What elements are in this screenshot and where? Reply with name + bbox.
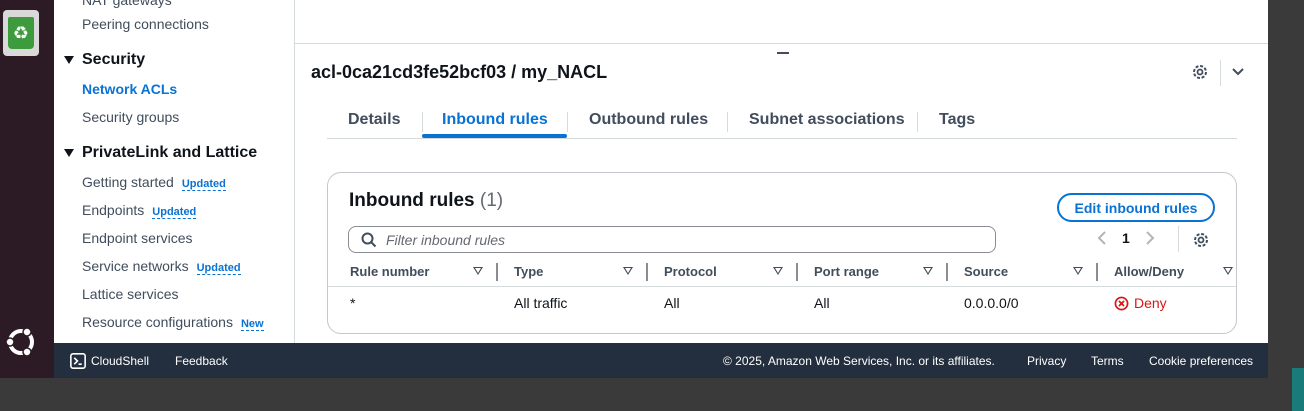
sidebar-item-service-networks[interactable]: Service networks Updated <box>82 258 241 275</box>
tab-divider <box>422 112 423 132</box>
tab-subnet-associations[interactable]: Subnet associations <box>749 104 905 139</box>
sort-caret-icon[interactable] <box>473 267 483 275</box>
resource-title: acl-0ca21cd3fe52bcf03 / my_NACL <box>311 62 608 82</box>
sort-caret-icon[interactable] <box>623 267 633 275</box>
caret-down-icon <box>64 56 74 64</box>
edit-inbound-rules-button[interactable]: Edit inbound rules <box>1057 193 1215 222</box>
table-header: Rule number Type Protocol Port range Sou… <box>328 259 1236 287</box>
panel-title: Inbound rules (1) <box>349 190 503 212</box>
column-resizer[interactable] <box>946 263 948 281</box>
column-header-allow-deny[interactable]: Allow/Deny <box>1114 264 1184 279</box>
column-header-port-range[interactable]: Port range <box>814 264 879 279</box>
sidebar-item-lattice-services[interactable]: Lattice services <box>82 286 178 302</box>
column-header-rule-number[interactable]: Rule number <box>350 264 429 279</box>
desktop-bottom <box>0 378 1304 411</box>
vpc-sidebar: NAT gateways Peering connections Securit… <box>54 0 295 343</box>
desktop-background <box>1268 0 1304 378</box>
cell-port-range: All <box>814 295 830 311</box>
sidebar-item-label: Service networks <box>82 258 189 274</box>
sidebar-item-nat-gateways[interactable]: NAT gateways <box>82 0 172 8</box>
sidebar-section-privatelink[interactable]: PrivateLink and Lattice <box>64 144 257 162</box>
column-header-source[interactable]: Source <box>964 264 1008 279</box>
column-header-protocol[interactable]: Protocol <box>664 264 717 279</box>
sidebar-item-getting-started[interactable]: Getting started Updated <box>82 174 226 191</box>
privacy-link[interactable]: Privacy <box>1027 354 1066 368</box>
tab-details[interactable]: Details <box>348 104 400 139</box>
split-panel-drag-handle[interactable] <box>777 52 789 54</box>
sidebar-item-endpoint-services[interactable]: Endpoint services <box>82 230 193 246</box>
sort-caret-icon[interactable] <box>1073 267 1083 275</box>
cloudshell-icon[interactable] <box>70 353 86 369</box>
column-header-type[interactable]: Type <box>514 264 543 279</box>
tab-divider <box>567 112 568 132</box>
sidebar-item-security-groups[interactable]: Security groups <box>82 109 179 125</box>
sidebar-item-label: Endpoints <box>82 202 145 218</box>
chevron-down-icon[interactable] <box>1230 64 1246 80</box>
pagination: 1 <box>1096 230 1156 246</box>
search-icon <box>361 232 377 247</box>
column-resizer[interactable] <box>646 263 648 281</box>
caret-down-icon <box>64 149 74 157</box>
table-preferences-gear-icon[interactable] <box>1192 231 1210 249</box>
console-window: NAT gateways Peering connections Securit… <box>54 0 1268 343</box>
tab-divider <box>727 112 728 132</box>
trash-app-icon[interactable]: ♻ <box>3 10 39 56</box>
tab-divider <box>917 112 918 132</box>
active-tab-indicator <box>422 134 567 138</box>
cloudshell-link[interactable]: CloudShell <box>91 354 149 368</box>
settings-gear-icon[interactable] <box>1191 63 1209 81</box>
column-resizer[interactable] <box>796 263 798 281</box>
terms-link[interactable]: Terms <box>1091 354 1124 368</box>
console-footer: CloudShell Feedback © 2025, Amazon Web S… <box>54 343 1268 378</box>
chevron-left-icon[interactable] <box>1096 231 1108 245</box>
copyright-text: © 2025, Amazon Web Services, Inc. or its… <box>723 354 995 368</box>
header-divider <box>1220 60 1221 86</box>
cookie-preferences-link[interactable]: Cookie preferences <box>1149 354 1253 368</box>
column-resizer[interactable] <box>1096 263 1098 281</box>
sidebar-section-security[interactable]: Security <box>64 51 145 69</box>
updated-badge: Updated <box>181 178 226 191</box>
cell-source: 0.0.0.0/0 <box>964 295 1019 311</box>
desktop-dock: ♻ <box>0 0 54 378</box>
column-resizer[interactable] <box>496 263 498 281</box>
desktop-edge-widget <box>1292 368 1304 411</box>
sort-caret-icon[interactable] <box>923 267 933 275</box>
filter-field[interactable] <box>348 226 996 253</box>
sort-caret-icon[interactable] <box>1223 267 1233 275</box>
sidebar-section-label: Security <box>82 51 146 68</box>
inbound-rules-panel: Inbound rules (1) Edit inbound rules 1 <box>327 172 1237 334</box>
sidebar-section-label: PrivateLink and Lattice <box>82 144 258 161</box>
deny-label: Deny <box>1134 295 1167 311</box>
panel-title-text: Inbound rules <box>349 190 475 211</box>
sidebar-item-label: Getting started <box>82 174 174 190</box>
cell-protocol: All <box>664 295 680 311</box>
tab-tags[interactable]: Tags <box>939 104 975 139</box>
rule-count: (1) <box>479 190 504 211</box>
ubuntu-logo-icon[interactable] <box>3 324 39 360</box>
deny-status-icon <box>1114 296 1129 310</box>
chevron-right-icon[interactable] <box>1144 231 1156 245</box>
tab-outbound-rules[interactable]: Outbound rules <box>589 104 708 139</box>
cell-rule-number: * <box>350 295 356 311</box>
page-number[interactable]: 1 <box>1122 230 1130 246</box>
updated-badge: Updated <box>152 206 197 219</box>
sort-caret-icon[interactable] <box>773 267 783 275</box>
filter-input[interactable] <box>386 231 966 248</box>
cell-type: All traffic <box>514 295 568 311</box>
cell-allow-deny: Deny <box>1114 295 1167 311</box>
sidebar-item-label: Resource configurations <box>82 314 233 330</box>
sidebar-item-resource-configurations[interactable]: Resource configurations New <box>82 314 264 331</box>
new-badge: New <box>240 318 264 331</box>
sidebar-item-network-acls[interactable]: Network ACLs <box>82 81 177 97</box>
sidebar-item-endpoints[interactable]: Endpoints Updated <box>82 202 197 219</box>
feedback-link[interactable]: Feedback <box>175 354 228 368</box>
detail-tabs: Details Inbound rules Outbound rules Sub… <box>327 104 1237 139</box>
list-panel-area <box>295 0 1268 44</box>
updated-badge: Updated <box>196 262 241 275</box>
sidebar-item-peering-connections[interactable]: Peering connections <box>82 16 209 32</box>
pager-divider <box>1178 226 1179 252</box>
